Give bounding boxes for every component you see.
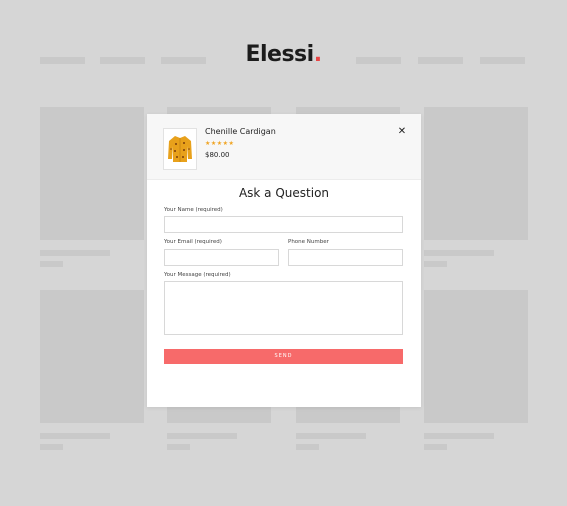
text-placeholder xyxy=(40,261,63,267)
text-placeholder xyxy=(296,433,366,439)
phone-label: Phone Number xyxy=(288,239,329,245)
dialog-header: Chenille Cardigan ★★★★★ $80.00 ✕ xyxy=(147,114,421,180)
text-placeholder xyxy=(167,444,190,450)
brand-name: Elessi xyxy=(245,42,314,67)
message-label: Your Message (required) xyxy=(164,272,231,278)
text-placeholder xyxy=(40,250,110,256)
product-card-placeholder xyxy=(424,290,528,423)
message-field[interactable] xyxy=(164,281,403,335)
text-placeholder xyxy=(424,444,447,450)
email-field[interactable] xyxy=(164,249,279,266)
product-name[interactable]: Chenille Cardigan xyxy=(205,127,276,136)
product-price: $80.00 xyxy=(205,151,230,159)
product-card-placeholder xyxy=(40,290,144,423)
send-button[interactable]: SEND xyxy=(164,349,403,364)
product-card-placeholder xyxy=(40,107,144,240)
phone-field[interactable] xyxy=(288,249,403,266)
ask-question-dialog: Chenille Cardigan ★★★★★ $80.00 ✕ Ask a Q… xyxy=(147,114,421,407)
text-placeholder xyxy=(40,444,63,450)
text-placeholder xyxy=(296,444,319,450)
name-label: Your Name (required) xyxy=(164,207,223,213)
dialog-title: Ask a Question xyxy=(238,186,330,200)
cardigan-icon xyxy=(168,136,192,162)
text-placeholder xyxy=(424,261,447,267)
product-thumbnail xyxy=(163,128,197,170)
star-rating: ★★★★★ xyxy=(205,140,235,147)
text-placeholder xyxy=(424,433,494,439)
text-placeholder xyxy=(424,250,494,256)
text-placeholder xyxy=(40,433,110,439)
product-card-placeholder xyxy=(424,107,528,240)
name-field[interactable] xyxy=(164,216,403,233)
close-icon[interactable]: ✕ xyxy=(396,126,408,138)
brand-logo[interactable]: Elessi. xyxy=(0,42,567,67)
text-placeholder xyxy=(167,433,237,439)
email-label: Your Email (required) xyxy=(164,239,222,245)
brand-dot: . xyxy=(313,42,322,67)
